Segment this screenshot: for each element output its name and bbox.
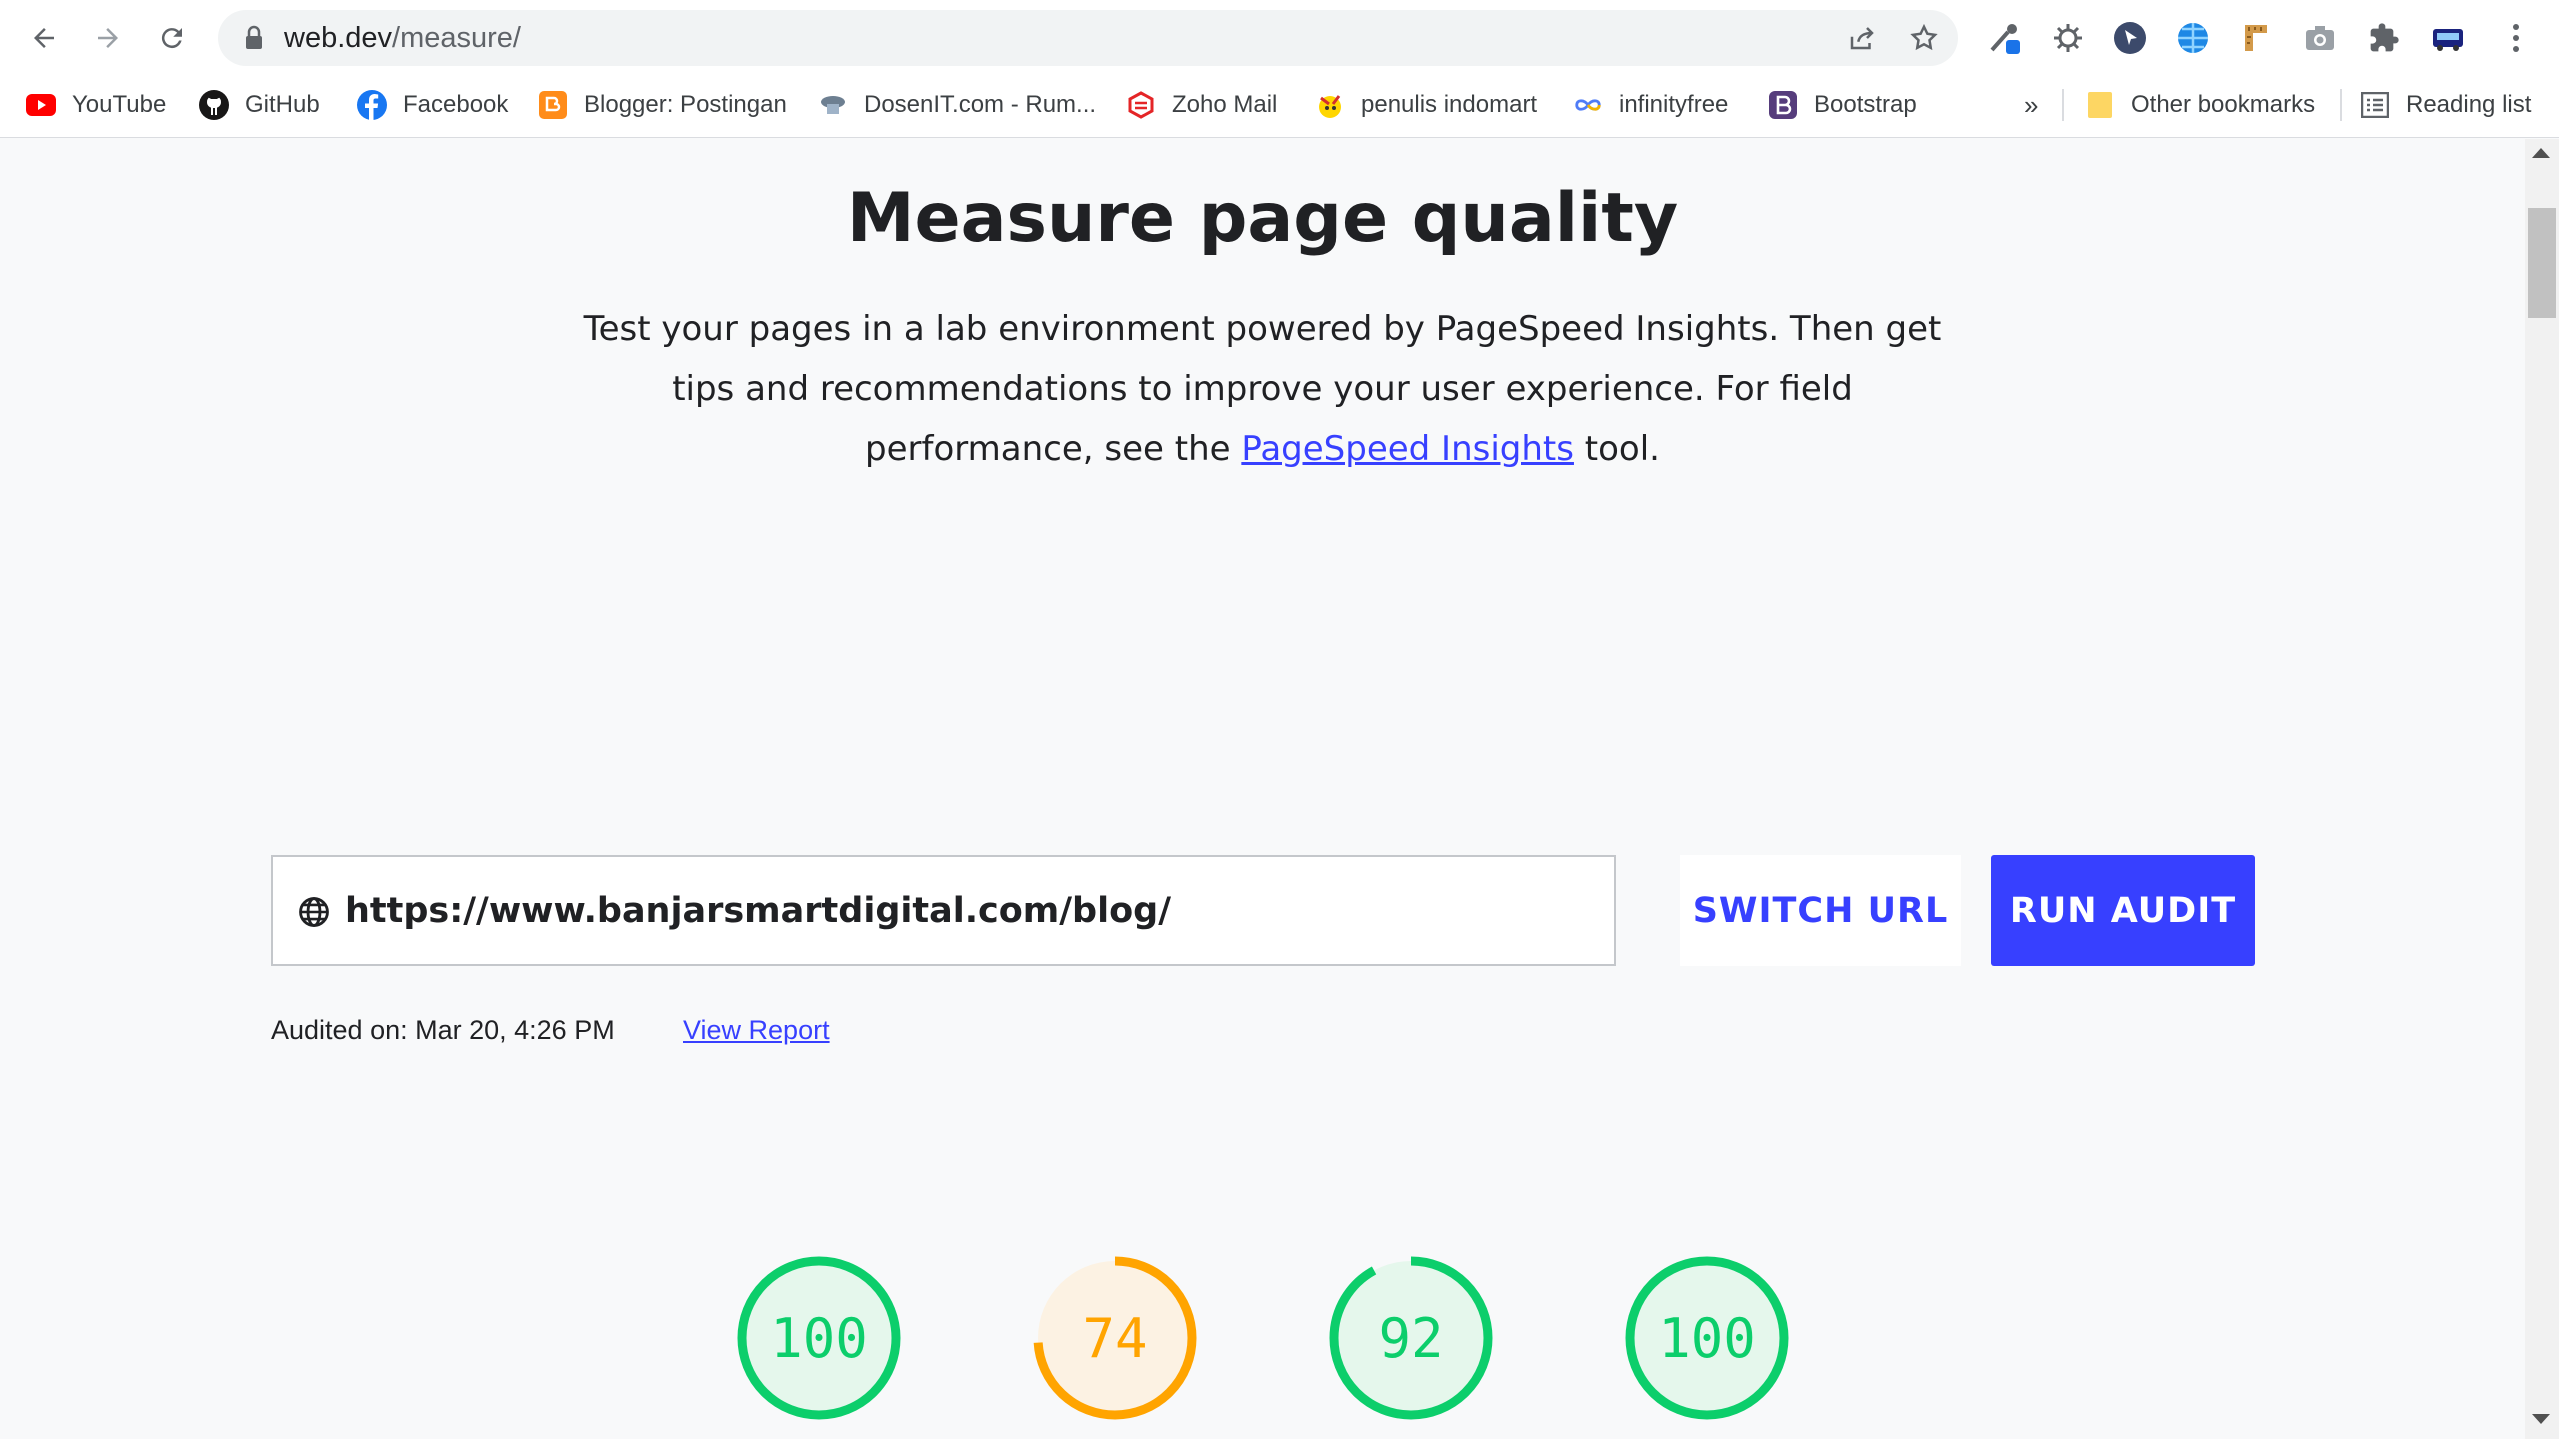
other-bookmarks-label: Other bookmarks [2131, 91, 2316, 118]
extension-colorpicker-button[interactable] [1988, 20, 2024, 56]
browser-menu-button[interactable] [2498, 20, 2534, 56]
bookmark-label: DosenIT.com - Rum... [864, 91, 1097, 118]
scroll-down-arrow-icon[interactable] [2532, 1414, 2550, 1424]
indomart-icon [1315, 90, 1345, 120]
forward-arrow-icon [98, 28, 118, 48]
run-audit-button[interactable]: RUN AUDIT [1991, 855, 2255, 966]
switch-url-button[interactable]: SWITCH URL [1680, 855, 1961, 966]
score-gauge[interactable]: 100 [1623, 1254, 1791, 1422]
blogger-icon [538, 90, 568, 120]
bookmarks-divider [2062, 89, 2064, 121]
reading-list-label: Reading list [2406, 91, 2532, 118]
back-button[interactable] [20, 14, 68, 62]
score-value: 92 [1378, 1306, 1444, 1370]
seo-gear-icon [2054, 24, 2082, 52]
audited-timestamp: Audited on: Mar 20, 4:26 PM [271, 1015, 615, 1045]
score-value: 74 [1082, 1306, 1148, 1370]
bookmark-label: Bootstrap [1814, 91, 1917, 118]
camera-icon [2306, 26, 2334, 50]
pagespeed-insights-link[interactable]: PageSpeed Insights [1241, 429, 1574, 469]
bookmark-label: GitHub [245, 91, 320, 118]
back-arrow-icon [34, 28, 54, 48]
score-gauge[interactable]: 92 [1327, 1254, 1495, 1422]
url-input-value: https://www.banjarsmartdigital.com/blog/ [345, 891, 1171, 931]
url-text: web.dev/measure/ [284, 22, 521, 55]
extensions-menu-button[interactable] [2366, 20, 2402, 56]
infinity-icon [1573, 90, 1603, 120]
extension-ruler-button[interactable] [2238, 20, 2274, 56]
kebab-menu-icon [2513, 24, 2519, 52]
description-tail: tool. [1573, 429, 1660, 469]
share-button[interactable] [1846, 22, 1878, 54]
url-host: web.dev [284, 22, 393, 54]
view-report-link[interactable]: View Report [683, 1015, 830, 1046]
scroll-up-arrow-icon[interactable] [2532, 148, 2550, 158]
bookmark-label: Zoho Mail [1172, 91, 1278, 118]
zoho-icon [1126, 90, 1156, 120]
folder-icon [2085, 90, 2115, 120]
bookmark-label: infinityfree [1619, 91, 1729, 118]
reload-button[interactable] [148, 14, 196, 62]
github-icon [199, 90, 229, 120]
score-gauge[interactable]: 100 [735, 1254, 903, 1422]
bookmark-zoho[interactable]: Zoho Mail [1126, 85, 1277, 125]
bookmark-label: Facebook [403, 91, 509, 118]
forward-button[interactable] [84, 14, 132, 62]
bootstrap-icon [1768, 90, 1798, 120]
bookmark-star-button[interactable] [1908, 22, 1940, 54]
bookmark-indomart[interactable]: penulis indomart [1315, 85, 1537, 125]
profile-avatar-icon [2433, 29, 2463, 51]
page-content: Measure page quality Test your pages in … [0, 139, 2525, 1439]
bookmark-youtube[interactable]: YouTube [26, 85, 166, 125]
dosenit-icon [818, 90, 848, 120]
scroll-thumb[interactable] [2528, 208, 2556, 318]
url-input[interactable]: https://www.banjarsmartdigital.com/blog/ [271, 855, 1616, 966]
bookmark-dosenit[interactable]: DosenIT.com - Rum... [818, 85, 1096, 125]
more-bookmarks-button[interactable]: » [2024, 85, 2038, 125]
share-icon [1850, 27, 1874, 50]
url-path: /measure/ [392, 22, 521, 54]
bookmarks-bar: YouTube GitHub Facebook Blogger: Posting… [0, 75, 2559, 138]
reading-list-icon [2360, 90, 2390, 120]
page-title: Measure page quality [846, 179, 1679, 258]
bookmark-label: YouTube [72, 91, 167, 118]
bookmark-facebook[interactable]: Facebook [357, 85, 508, 125]
extension-cursor-button[interactable] [2112, 20, 2148, 56]
bookmark-infinityfree[interactable]: infinityfree [1573, 85, 1728, 125]
extension-seo-button[interactable] [2050, 20, 2086, 56]
extension-screenshot-button[interactable] [2302, 20, 2338, 56]
browser-toolbar: web.dev/measure/ [0, 0, 2559, 75]
page-description: Test your pages in a lab environment pow… [560, 299, 1965, 479]
lock-icon [246, 25, 262, 49]
bookmark-blogger[interactable]: Blogger: Postingan [538, 85, 787, 125]
ruler-icon [2245, 25, 2267, 51]
bookmark-label: penulis indomart [1361, 91, 1538, 118]
puzzle-icon [2370, 23, 2399, 52]
profile-button[interactable] [2430, 20, 2466, 56]
bookmark-label: Blogger: Postingan [584, 91, 787, 118]
score-gauge[interactable]: 74 [1031, 1254, 1199, 1422]
globe-icon [299, 897, 329, 927]
eyedropper-icon [1990, 24, 2020, 54]
cursor-icon [2114, 22, 2146, 54]
bookmark-github[interactable]: GitHub [199, 85, 320, 125]
score-value: 100 [770, 1306, 868, 1370]
address-bar[interactable]: web.dev/measure/ [218, 10, 1958, 66]
facebook-icon [357, 90, 387, 120]
reload-icon [161, 28, 182, 49]
reading-list-button[interactable]: Reading list [2360, 85, 2531, 125]
more-bookmarks-chevron: » [2024, 89, 2039, 120]
star-icon [1910, 23, 1938, 51]
page-scrollbar[interactable] [2525, 139, 2559, 1439]
bookmarks-divider [2340, 89, 2342, 121]
score-value: 100 [1658, 1306, 1756, 1370]
other-bookmarks-button[interactable]: Other bookmarks [2085, 85, 2315, 125]
extension-globe-button[interactable] [2175, 20, 2211, 56]
web-globe-icon [2178, 23, 2208, 53]
youtube-icon [26, 90, 56, 120]
bookmark-bootstrap[interactable]: Bootstrap [1768, 85, 1917, 125]
